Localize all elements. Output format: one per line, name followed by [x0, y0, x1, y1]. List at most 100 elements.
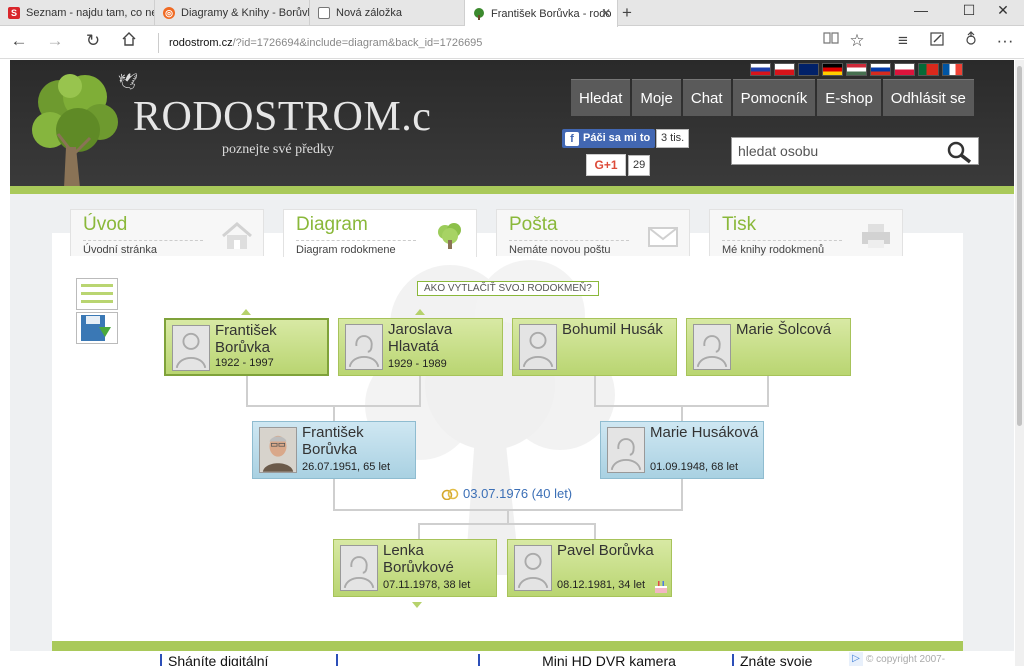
menu-pomocnik[interactable]: Pomocník — [732, 79, 816, 116]
person-card-father[interactable]: František Borůvka 26.07.1951, 65 let — [252, 421, 416, 479]
newtab-page-icon — [318, 7, 330, 19]
panel-bottom-bar — [52, 641, 963, 651]
person-card-child-lenka[interactable]: Lenka Borůvkové 07.11.1978, 38 let — [333, 539, 497, 597]
new-tab-button[interactable]: + — [622, 3, 632, 23]
male-silhouette-icon — [514, 545, 552, 591]
refresh-icon[interactable]: ↻ — [78, 31, 108, 51]
tree-favicon — [473, 7, 485, 20]
tree-icon — [438, 223, 461, 249]
connector-line — [333, 406, 335, 421]
person-search — [731, 137, 979, 165]
adchoices-icon[interactable]: ▷ — [849, 652, 863, 666]
menu-moje[interactable]: Moje — [632, 79, 681, 116]
flag-pl-icon[interactable] — [894, 63, 915, 76]
more-icon[interactable]: ··· — [990, 31, 1020, 51]
male-silhouette-icon — [172, 325, 210, 371]
scrollbar-thumb[interactable] — [1017, 66, 1022, 426]
flag-uk-icon[interactable] — [798, 63, 819, 76]
printer-icon — [862, 224, 890, 248]
list-view-button[interactable] — [76, 278, 118, 310]
fb-like-label: Páči sa mi to — [583, 132, 651, 144]
tab-subtitle: Nemáte novou poštu — [509, 240, 629, 256]
person-name: František Borůvka — [302, 424, 364, 458]
flag-pt-icon[interactable] — [918, 63, 939, 76]
connector-line — [418, 523, 420, 539]
forward-icon[interactable]: → — [40, 31, 70, 51]
address-bar[interactable]: rodostrom.cz/?id=1726694&include=diagram… — [158, 33, 798, 53]
person-name: Marie Šolcová — [736, 321, 832, 338]
close-window-icon[interactable]: ✕ — [980, 2, 1024, 19]
expand-down-icon[interactable] — [412, 602, 422, 608]
flag-de-icon[interactable] — [822, 63, 843, 76]
search-icon[interactable] — [944, 140, 974, 164]
menu-eshop[interactable]: E-shop — [817, 79, 881, 116]
person-card-mother[interactable]: Marie Husáková 01.09.1948, 68 let — [600, 421, 764, 479]
person-card-grandmother-paternal[interactable]: Jaroslava Hlavatá 1929 - 1989 — [338, 318, 503, 376]
person-card-grandfather-paternal[interactable]: František Borůvka 1922 - 1997 — [164, 318, 329, 376]
web-note-icon[interactable] — [922, 31, 952, 52]
url-path: /?id=1726694&include=diagram&back_id=172… — [232, 37, 483, 49]
tab-title: František Borůvka - rodo — [491, 7, 612, 20]
tab-title: Diagramy & Knihy - Borůvk — [181, 7, 310, 19]
browser-tab-active[interactable]: František Borůvka - rodo ✕ — [465, 0, 618, 27]
browser-tab-seznam[interactable]: S Seznam - najdu tam, co nez — [0, 0, 155, 26]
header-green-bar — [10, 186, 1014, 194]
person-dates: 08.12.1981, 34 let — [557, 579, 646, 591]
share-icon[interactable] — [956, 31, 986, 52]
google-plus-button[interactable]: G+1 — [586, 154, 626, 176]
expand-up-icon[interactable] — [241, 309, 251, 315]
person-card-grandmother-maternal[interactable]: Marie Šolcová — [686, 318, 851, 376]
person-name: František Borůvka — [215, 322, 277, 356]
ad-link-3[interactable]: Znáte svoje — [732, 654, 848, 666]
male-silhouette-icon — [519, 324, 557, 370]
ad-link-1[interactable]: Sháníte digitální — [160, 654, 336, 666]
female-silhouette-icon — [693, 324, 731, 370]
person-card-child-pavel[interactable]: Pavel Borůvka 08.12.1981, 34 let — [507, 539, 672, 597]
tab-posta[interactable]: Pošta Nemáte novou poštu — [496, 209, 690, 256]
flag-ru-icon[interactable] — [870, 63, 891, 76]
tab-diagram[interactable]: Diagram Diagram rodokmene — [283, 209, 477, 257]
favorite-star-icon[interactable]: ☆ — [842, 31, 872, 51]
tab-title: Seznam - najdu tam, co nez — [26, 7, 155, 19]
connector-line — [507, 510, 509, 524]
connector-line — [681, 406, 683, 421]
connector-line — [246, 376, 248, 406]
flag-cz-icon[interactable] — [774, 63, 795, 76]
print-tree-link[interactable]: AKO VYTLAČIŤ SVOJ RODOKMEŇ? — [417, 281, 599, 296]
tab-tisk[interactable]: Tisk Mé knihy rodokmenů — [709, 209, 903, 256]
menu-chat[interactable]: Chat — [682, 79, 731, 116]
gplus-count: 29 — [628, 155, 651, 176]
url-host: rodostrom.cz — [169, 37, 233, 49]
tab-subtitle: Úvodní stránka — [83, 240, 203, 256]
person-card-grandfather-maternal[interactable]: Bohumil Husák — [512, 318, 677, 376]
facebook-like-button[interactable]: f Páči sa mi to — [562, 129, 656, 148]
home-browser-icon[interactable] — [114, 31, 144, 52]
menu-odhlasit[interactable]: Odhlásit se — [882, 79, 974, 116]
search-input[interactable] — [732, 138, 937, 164]
site-logo[interactable]: RODOSTROM.c — [133, 93, 431, 141]
person-dates: 1929 - 1989 — [388, 358, 447, 370]
tab-uvod[interactable]: Úvod Úvodní stránka — [70, 209, 264, 256]
flag-sk-icon[interactable] — [750, 63, 771, 76]
flag-hu-icon[interactable] — [846, 63, 867, 76]
browser-tab-new[interactable]: Nová záložka — [310, 0, 465, 26]
flag-fr-icon[interactable] — [942, 63, 963, 76]
back-icon[interactable]: ← — [4, 31, 34, 51]
person-dates: 01.09.1948, 68 let — [650, 461, 739, 473]
minimize-icon[interactable]: — — [898, 2, 944, 18]
ad-link-2[interactable]: Mini HD DVR kamera — [478, 654, 732, 666]
save-button[interactable] — [76, 312, 118, 344]
close-tab-icon[interactable]: ✕ — [601, 6, 611, 20]
expand-up-icon[interactable] — [415, 309, 425, 315]
menu-hledat[interactable]: Hledat — [571, 79, 631, 116]
wedding-date-text[interactable]: 03.07.1976 (40 let) — [463, 486, 572, 501]
hub-icon[interactable]: ≡ — [888, 31, 918, 51]
browser-tab-diagramy[interactable]: ◎ Diagramy & Knihy - Borůvk — [155, 0, 310, 26]
seznam-icon: S — [8, 7, 20, 19]
browser-tab-bar: S Seznam - najdu tam, co nez ◎ Diagramy … — [0, 0, 1024, 27]
home-icon — [222, 222, 252, 249]
top-menu: Hledat Moje Chat Pomocník E-shop Odhlási… — [571, 79, 974, 116]
person-name: Pavel Borůvka — [557, 542, 654, 559]
person-dates: 07.11.1978, 38 let — [383, 579, 471, 591]
tab-subtitle: Mé knihy rodokmenů — [722, 240, 842, 256]
